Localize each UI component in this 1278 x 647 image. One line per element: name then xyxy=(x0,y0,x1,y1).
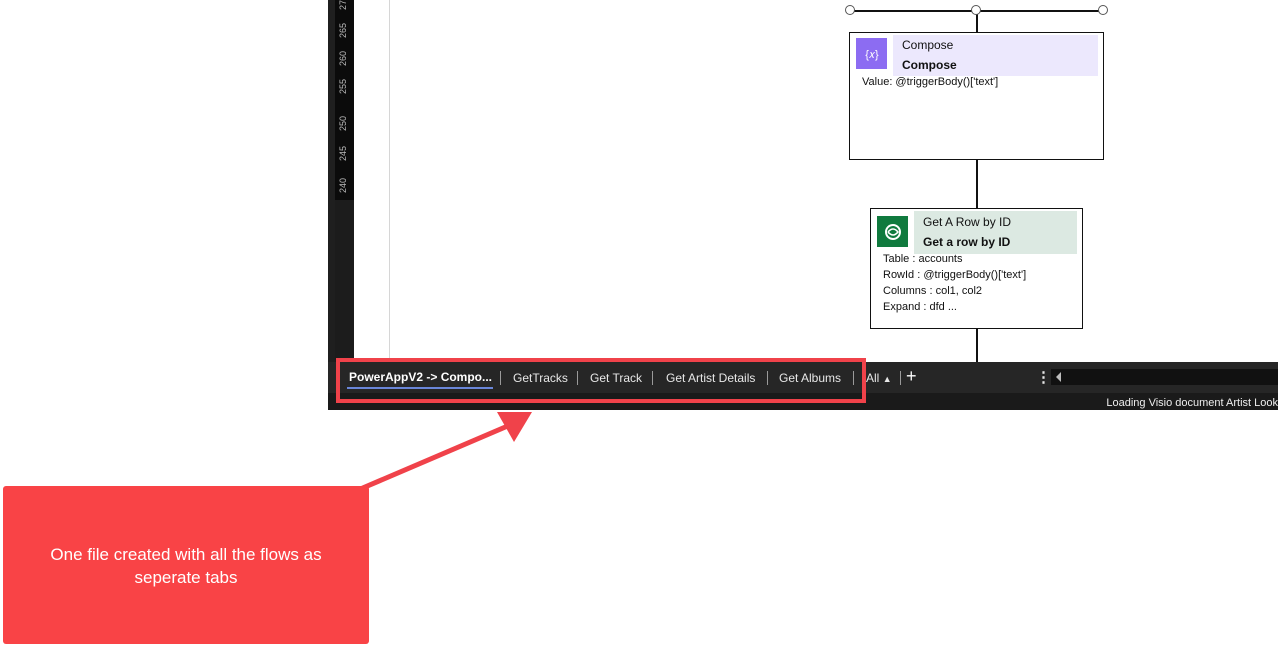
callout-text: One file created with all the flows as s… xyxy=(50,545,322,587)
annotation-callout: One file created with all the flows as s… xyxy=(3,486,369,644)
